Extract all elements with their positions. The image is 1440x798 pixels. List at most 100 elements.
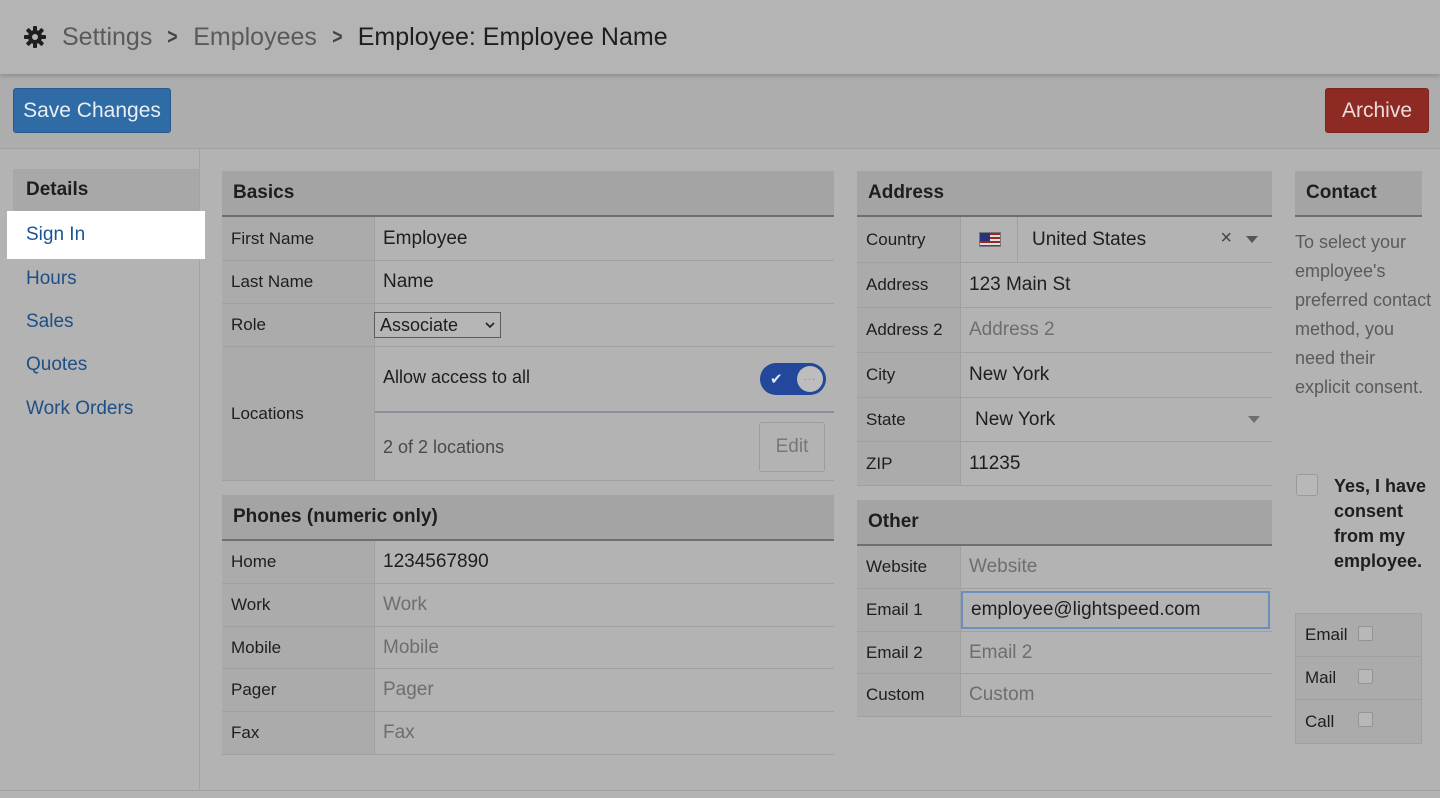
email-method-checkbox[interactable] <box>1358 626 1373 641</box>
address2-input[interactable]: Address 2 <box>961 308 1272 352</box>
contact-method-label: Email <box>1305 625 1348 644</box>
chevron-right-icon: > <box>332 24 343 49</box>
role-label: Role <box>222 304 375 346</box>
save-changes-button[interactable]: Save Changes <box>13 88 171 133</box>
role-row: Role Associate <box>222 304 834 347</box>
city-input[interactable]: New York <box>961 353 1272 397</box>
clear-icon[interactable]: × <box>1220 227 1232 250</box>
address2-label: Address 2 <box>857 308 961 352</box>
check-icon: ✔ <box>770 371 783 388</box>
phone-work-label: Work <box>222 584 375 626</box>
sidebar-item-sales[interactable]: Sales <box>26 311 74 333</box>
phone-pager-input[interactable]: Pager <box>375 669 834 711</box>
basics-panel: Basics First Name Employee Last Name Nam… <box>222 171 834 481</box>
sidebar-item-hours[interactable]: Hours <box>26 268 77 290</box>
phone-row-mobile: Mobile Mobile <box>222 627 834 669</box>
consent-checkbox[interactable] <box>1296 474 1318 496</box>
breadcrumb-settings-link[interactable]: Settings <box>62 23 152 52</box>
contact-method-call: Call <box>1296 700 1421 743</box>
allow-access-label: Allow access to all <box>383 367 531 387</box>
state-select-value: New York <box>975 408 1056 430</box>
page-footer-divider <box>0 790 1440 798</box>
custom-row: Custom Custom <box>857 674 1272 717</box>
state-row: State New York <box>857 398 1272 442</box>
phone-row-pager: Pager Pager <box>222 669 834 712</box>
caret-down-icon <box>1248 416 1260 423</box>
caret-down-icon[interactable] <box>1246 236 1258 244</box>
website-label: Website <box>857 546 961 588</box>
contact-method-label: Call <box>1305 711 1335 731</box>
sidebar-item-work-orders[interactable]: Work Orders <box>26 398 133 420</box>
chevron-right-icon: > <box>167 24 178 49</box>
custom-input[interactable]: Custom <box>961 674 1272 716</box>
email1-row: Email 1 employee@lightspeed.com <box>857 589 1272 632</box>
address-panel-title: Address <box>857 171 1272 217</box>
phone-work-input[interactable]: Work <box>375 584 834 626</box>
address-panel: Address Country United States × Address … <box>857 171 1272 486</box>
contact-panel-title: Contact <box>1295 171 1422 217</box>
call-method-checkbox[interactable] <box>1358 712 1373 727</box>
website-input[interactable]: Website <box>961 546 1272 588</box>
phone-pager-label: Pager <box>222 669 375 711</box>
custom-label: Custom <box>857 674 961 716</box>
consent-label: Yes, I have consent from my employee. <box>1334 476 1427 571</box>
sidebar-item-details[interactable]: Details <box>13 169 199 211</box>
toolbar: Save Changes Archive <box>0 74 1440 149</box>
zip-label: ZIP <box>857 442 961 485</box>
archive-button[interactable]: Archive <box>1325 88 1429 133</box>
phone-row-work: Work Work <box>222 584 834 627</box>
toggle-knob: ··· <box>797 366 823 392</box>
chevron-down-icon <box>485 322 495 329</box>
sidebar-item-sign-in[interactable]: Sign In <box>7 211 205 259</box>
role-select[interactable]: Associate <box>374 312 501 338</box>
phone-mobile-input[interactable]: Mobile <box>375 627 834 668</box>
phone-mobile-label: Mobile <box>222 627 375 668</box>
email2-row: Email 2 Email 2 <box>857 632 1272 674</box>
gear-icon <box>22 24 48 50</box>
first-name-input[interactable]: Employee <box>375 217 834 260</box>
address-row: Address 123 Main St <box>857 263 1272 308</box>
contact-method-label: Mail <box>1305 668 1337 687</box>
breadcrumb-employees-link[interactable]: Employees <box>193 23 317 52</box>
mail-method-checkbox[interactable] <box>1358 669 1373 684</box>
contact-description: To select your employee's preferred cont… <box>1295 232 1432 397</box>
country-row: Country United States × <box>857 216 1272 263</box>
locations-label: Locations <box>222 347 375 480</box>
locations-row: Locations Allow access to all ✔ ··· 2 of… <box>222 347 834 481</box>
phones-panel: Phones (numeric only) Home 1234567890 Wo… <box>222 495 834 755</box>
locations-count: 2 of 2 locations <box>383 437 505 457</box>
last-name-row: Last Name Name <box>222 261 834 304</box>
email2-input[interactable]: Email 2 <box>961 632 1272 673</box>
edit-locations-button[interactable]: Edit <box>759 422 825 472</box>
phone-row-fax: Fax Fax <box>222 712 834 755</box>
city-label: City <box>857 353 961 397</box>
role-select-value: Associate <box>380 314 459 335</box>
phone-home-label: Home <box>222 541 375 583</box>
contact-panel: Contact <box>1295 171 1422 217</box>
other-panel: Other Website Website Email 1 employee@l… <box>857 500 1272 717</box>
state-select[interactable]: New York <box>961 398 1272 441</box>
phone-fax-label: Fax <box>222 712 375 754</box>
last-name-input[interactable]: Name <box>375 261 834 303</box>
phone-home-input[interactable]: 1234567890 <box>375 541 834 583</box>
country-select-value: United States <box>1032 228 1147 250</box>
allow-access-toggle[interactable]: ✔ ··· <box>760 363 826 395</box>
contact-method-email: Email <box>1296 614 1421 657</box>
address-input[interactable]: 123 Main St <box>961 263 1272 307</box>
address-label: Address <box>857 263 961 307</box>
email2-label: Email 2 <box>857 632 961 673</box>
phone-row-home: Home 1234567890 <box>222 541 834 584</box>
basics-panel-title: Basics <box>222 171 834 217</box>
country-select[interactable]: United States × <box>961 216 1272 263</box>
country-label: Country <box>857 217 961 262</box>
phone-fax-input[interactable]: Fax <box>375 712 834 754</box>
address2-row: Address 2 Address 2 <box>857 308 1272 353</box>
state-label: State <box>857 398 961 441</box>
zip-input[interactable]: 11235 <box>961 442 1272 485</box>
contact-method-mail: Mail <box>1296 657 1421 700</box>
email1-label: Email 1 <box>857 589 961 631</box>
email1-input[interactable]: employee@lightspeed.com <box>961 591 1270 629</box>
breadcrumb: Settings > Employees > Employee: Employe… <box>0 0 1440 74</box>
first-name-label: First Name <box>222 217 375 260</box>
sidebar-item-quotes[interactable]: Quotes <box>26 354 87 376</box>
